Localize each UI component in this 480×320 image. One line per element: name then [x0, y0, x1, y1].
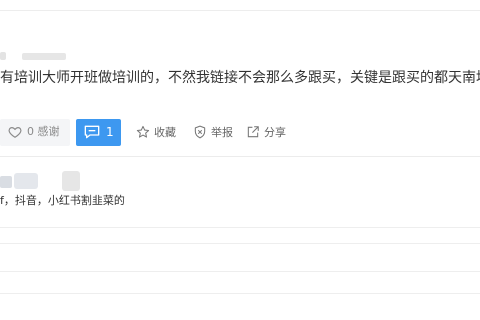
thanks-label: 0 感谢: [27, 125, 60, 138]
shield-icon: [193, 125, 207, 139]
top-divider: [0, 10, 480, 11]
row-divider: [0, 243, 480, 244]
author-name-blur: [22, 53, 66, 60]
reply-badge-blur: [62, 171, 80, 191]
row-divider: [0, 293, 480, 294]
section-divider: [0, 156, 480, 157]
post-actions-bar: 0 感谢 1 收藏 举报 分享: [0, 119, 480, 146]
row-divider: [0, 271, 480, 272]
share-label: 分享: [264, 126, 286, 139]
comment-button[interactable]: 1: [76, 119, 121, 146]
comment-count: 1: [106, 125, 114, 139]
row-divider: [0, 227, 480, 228]
heart-icon: [8, 125, 22, 139]
comment-bubble-icon: [84, 125, 100, 139]
report-label: 举报: [211, 126, 233, 139]
post-content: 有培训大师开班做培训的，不然我链接不会那么多跟买，关键是跟买的都天南地北，: [0, 70, 480, 86]
reply-avatar-blur: [0, 176, 12, 188]
favorite-label: 收藏: [154, 126, 176, 139]
reply-content: f，抖音，小红书割韭菜的: [0, 194, 125, 207]
share-icon: [246, 125, 260, 139]
reply-name-blur: [14, 173, 38, 189]
thanks-button[interactable]: 0 感谢: [0, 119, 70, 146]
author-avatar-blur: [0, 52, 6, 60]
star-icon: [136, 125, 150, 139]
